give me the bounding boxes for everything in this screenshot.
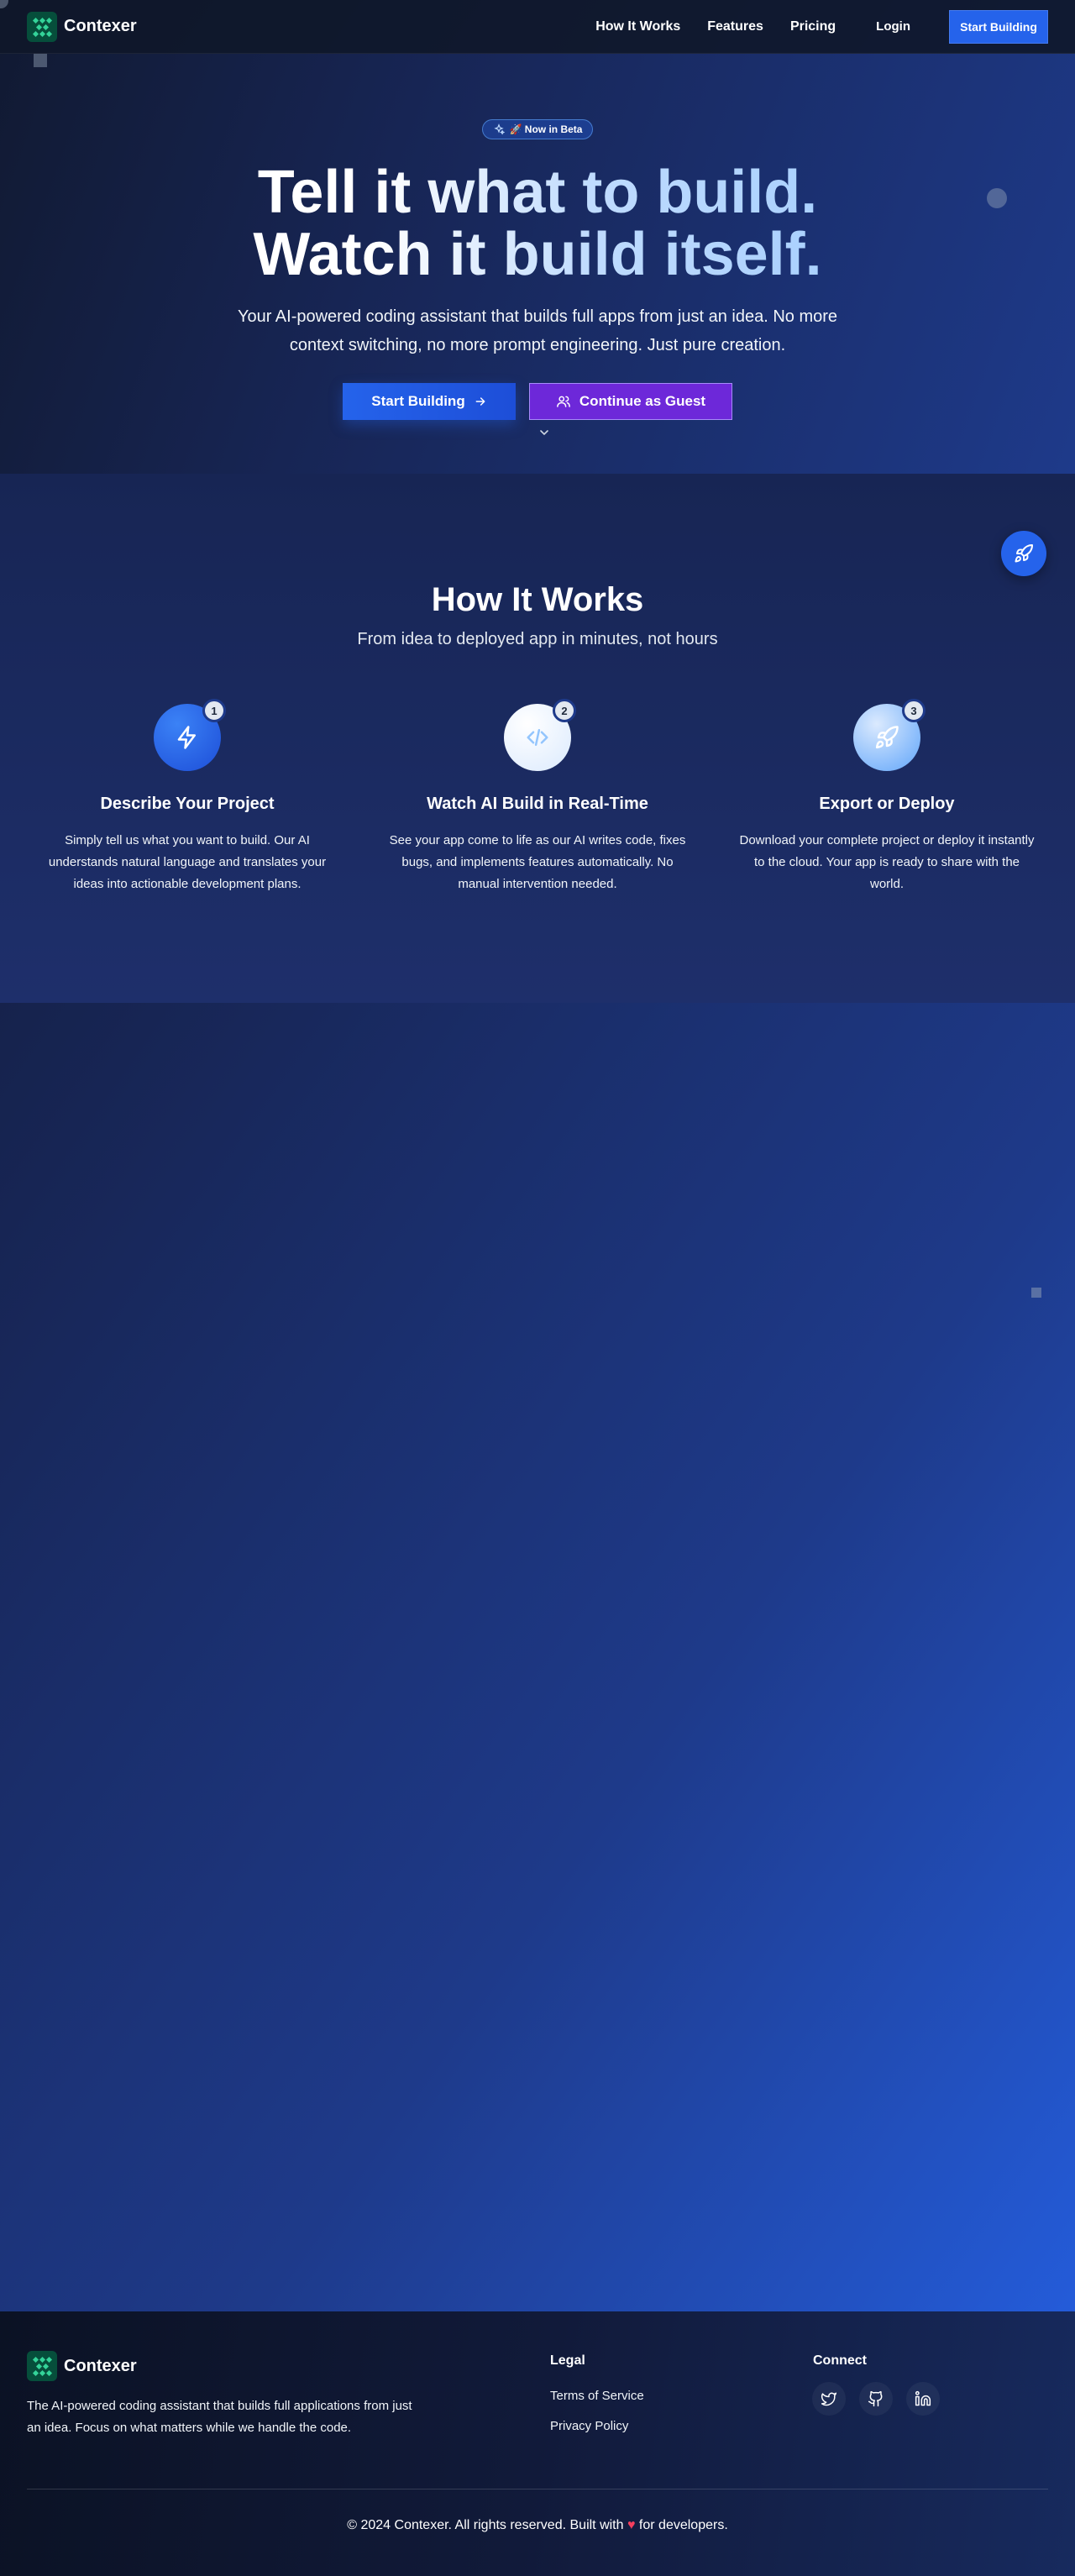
hero-section: 🚀 Now in Beta Tell it what to build. Wat…: [0, 54, 1075, 474]
linkedin-icon: [915, 2390, 931, 2406]
hero-subtitle: Your AI-powered coding assistant that bu…: [237, 307, 838, 354]
brand-name: Contexer: [64, 17, 137, 35]
how-it-works-section: How It Works From idea to deployed app i…: [0, 474, 1075, 1003]
hero-buttons: Start Building Continue as Guest: [343, 383, 732, 420]
arrow-right-icon: [475, 397, 485, 406]
step-description: See your app come to life as our AI writ…: [389, 833, 686, 891]
twitter-icon: [821, 2392, 837, 2406]
nav-start-building-button[interactable]: Start Building: [949, 9, 1048, 44]
step-title: Export or Deploy: [819, 795, 955, 813]
step-number-badge: 3: [902, 699, 926, 722]
users-icon: [557, 396, 570, 407]
lightning-icon: [177, 726, 196, 749]
footer-description: The AI-powered coding assistant that bui…: [27, 2399, 412, 2435]
start-building-button[interactable]: Start Building: [343, 383, 516, 420]
rocket-fab-button[interactable]: [1001, 531, 1046, 576]
step-title: Describe Your Project: [100, 795, 275, 813]
footer: Contexer The AI-powered coding assistant…: [0, 2311, 1075, 2576]
hero-title-line-2: Watch it build itself.: [253, 221, 822, 288]
nav-link-features[interactable]: Features: [707, 19, 763, 34]
heart-icon: ♥: [627, 2518, 636, 2532]
step-description: Simply tell us what you want to build. O…: [48, 833, 327, 891]
top-navbar: Contexer How It Works Features Pricing L…: [0, 0, 1075, 54]
terms-of-service-link[interactable]: Terms of Service: [550, 2389, 644, 2403]
nav-links: How It Works Features Pricing Login Star…: [595, 9, 1048, 44]
beta-badge: 🚀 Now in Beta: [482, 119, 593, 139]
connect-heading: Connect: [813, 2353, 867, 2368]
code-icon: [527, 729, 548, 746]
legal-heading: Legal: [550, 2353, 585, 2368]
twitter-link[interactable]: [812, 2382, 846, 2416]
copyright-suffix: for developers.: [638, 2518, 728, 2532]
footer-brand-name: Contexer: [64, 2356, 137, 2375]
start-building-label: Start Building: [371, 393, 465, 409]
logo-icon: [27, 11, 57, 42]
logo-icon: [27, 2351, 57, 2381]
decorative-dot: [987, 188, 1007, 208]
step-title: Watch AI Build in Real-Time: [427, 795, 648, 813]
continue-as-guest-label: Continue as Guest: [579, 393, 706, 409]
rocket-icon: [875, 726, 899, 749]
step-description: Download your complete project or deploy…: [739, 833, 1035, 891]
copyright-text: © 2024 Contexer. All rights reserved. Bu…: [347, 2518, 624, 2532]
brand[interactable]: Contexer: [27, 11, 137, 42]
nav-link-pricing[interactable]: Pricing: [790, 19, 836, 34]
nav-link-how-it-works[interactable]: How It Works: [595, 19, 680, 34]
github-icon: [868, 2390, 883, 2407]
footer-brand[interactable]: Contexer: [27, 2351, 137, 2381]
hero-title: Tell it what to build. Watch it build it…: [0, 161, 1075, 286]
rocket-icon: [1015, 543, 1033, 563]
how-it-works-title: How It Works: [431, 581, 644, 618]
github-link[interactable]: [859, 2382, 893, 2416]
step-number-badge: 2: [553, 699, 576, 722]
decorative-square: [1031, 1288, 1041, 1298]
privacy-policy-link[interactable]: Privacy Policy: [550, 2419, 628, 2433]
sparkles-icon: [493, 123, 505, 135]
linkedin-link[interactable]: [906, 2382, 940, 2416]
beta-badge-label: 🚀 Now in Beta: [509, 123, 583, 135]
decorative-square: [34, 54, 47, 67]
continue-as-guest-button[interactable]: Continue as Guest: [529, 383, 732, 420]
login-link[interactable]: Login: [876, 19, 910, 34]
how-it-works-subtitle: From idea to deployed app in minutes, no…: [357, 630, 718, 648]
step-number-badge: 1: [202, 699, 226, 722]
chevron-down-icon[interactable]: [538, 426, 551, 439]
copyright: © 2024 Contexer. All rights reserved. Bu…: [0, 2518, 1075, 2533]
hero-title-line-1: Tell it what to build.: [257, 159, 818, 226]
